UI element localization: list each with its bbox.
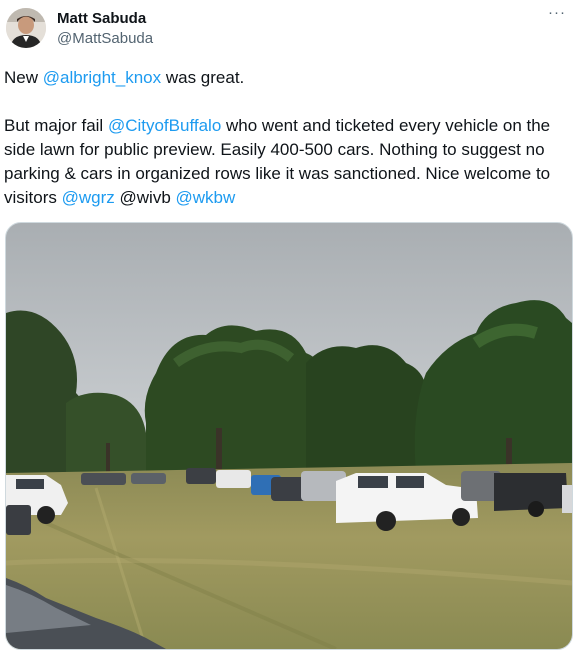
text-segment: was great. [161,68,245,87]
tweet-photo[interactable] [5,222,573,650]
mention-link[interactable]: @albright_knox [43,68,161,87]
text-segment: But major fail [4,116,108,135]
text-segment: New [4,68,43,87]
text-segment: @wivb [114,188,176,207]
tweet-text: New @albright_knox was great. But major … [4,66,576,210]
tweet-paragraph-1: New @albright_knox was great. [4,66,576,90]
parked-cars-photo [6,223,572,649]
author-name[interactable]: Matt Sabuda [57,10,146,28]
avatar-image [6,8,46,48]
more-horizontal-icon[interactable]: ··· [546,5,568,26]
mention-link[interactable]: @wgrz [62,188,115,207]
mention-link[interactable]: @CityofBuffalo [108,116,221,135]
tweet: Matt Sabuda @MattSabuda ··· New @albrigh… [0,0,584,654]
tweet-paragraph-2: But major fail @CityofBuffalo who went a… [4,114,576,210]
mention-link[interactable]: @wkbw [176,188,236,207]
avatar[interactable] [6,8,46,48]
author-handle[interactable]: @MattSabuda [57,30,153,48]
